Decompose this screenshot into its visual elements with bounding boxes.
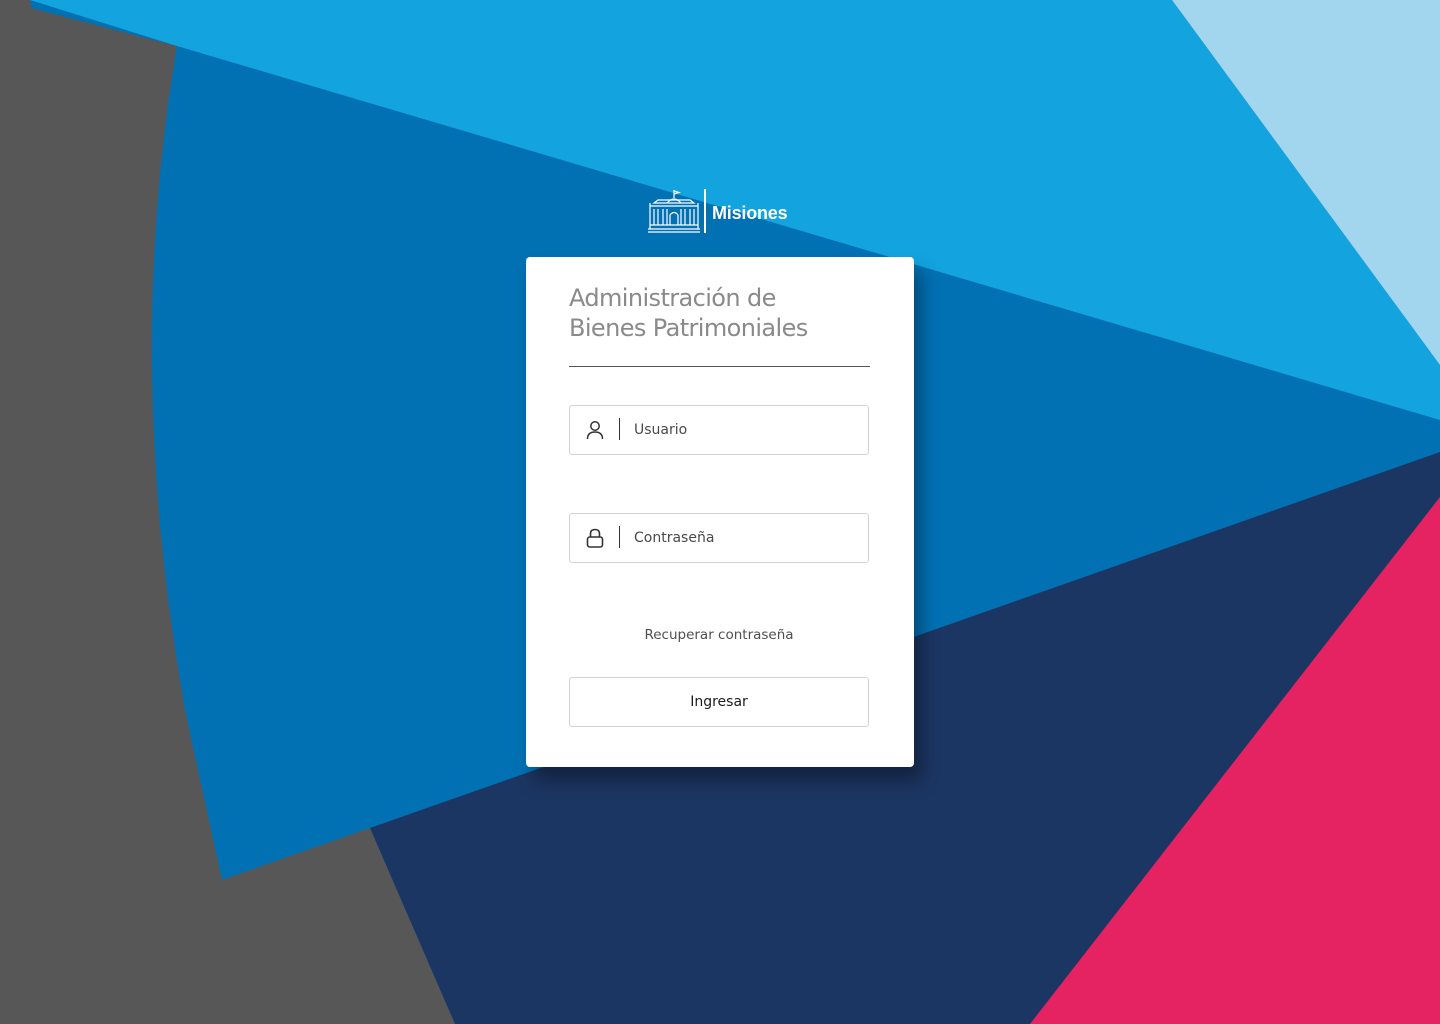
user-icon xyxy=(586,421,604,440)
government-building-icon xyxy=(648,190,700,233)
lock-icon xyxy=(586,528,604,548)
login-card: Administración de Bienes Patrimoniales R… xyxy=(526,257,914,767)
field-separator xyxy=(619,418,620,440)
username-input[interactable] xyxy=(634,406,854,454)
password-input[interactable] xyxy=(634,514,854,562)
title-line-2: Bienes Patrimoniales xyxy=(569,314,808,342)
recover-password-link[interactable]: Recuperar contraseña xyxy=(569,627,869,643)
password-field[interactable] xyxy=(569,513,869,563)
field-separator xyxy=(619,526,620,548)
brand-divider xyxy=(704,189,706,233)
username-field[interactable] xyxy=(569,405,869,455)
title-divider xyxy=(569,366,870,367)
brand-logo: Misiones xyxy=(648,188,788,234)
login-button[interactable]: Ingresar xyxy=(569,677,869,727)
login-screen: Misiones Administración de Bienes Patrim… xyxy=(0,0,1440,1024)
title-line-1: Administración de xyxy=(569,284,776,312)
page-title: Administración de Bienes Patrimoniales xyxy=(569,283,869,343)
brand-name: Misiones xyxy=(712,202,788,223)
